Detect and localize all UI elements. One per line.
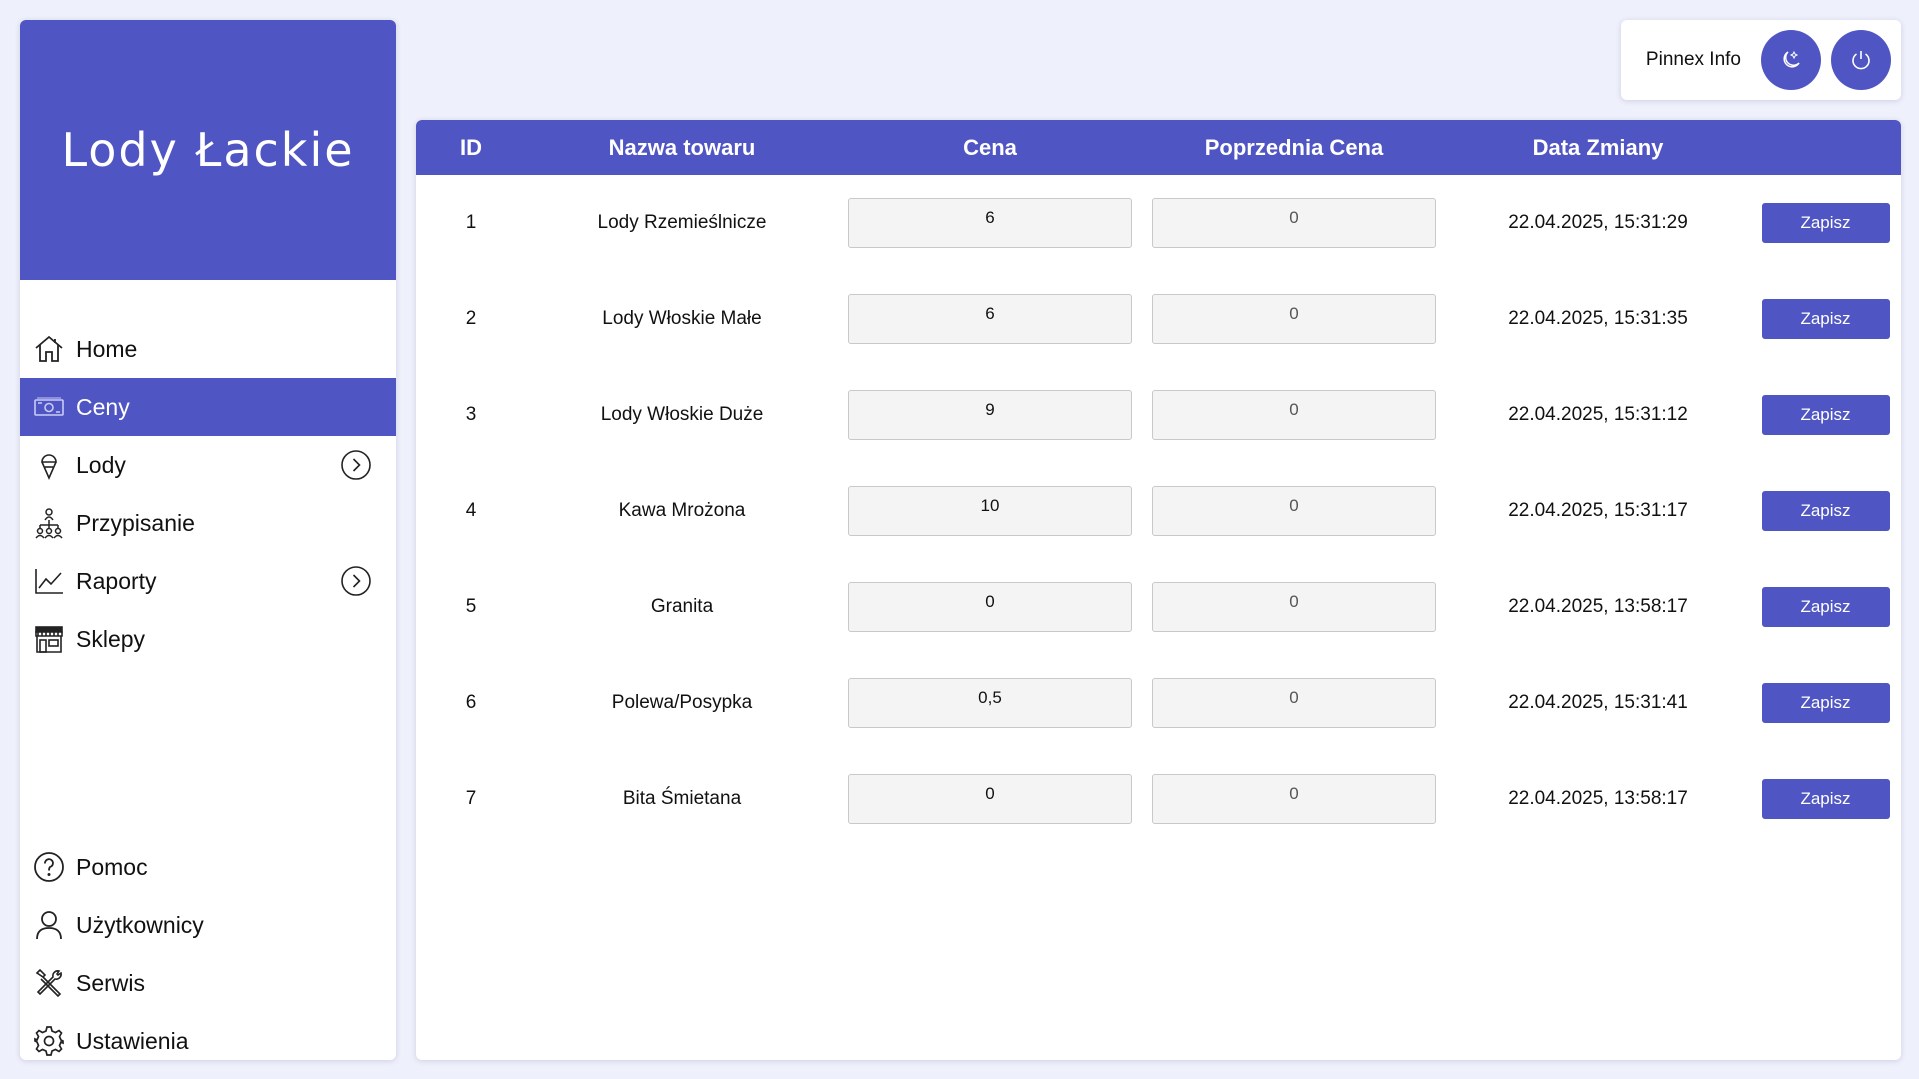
hierarchy-icon <box>33 507 65 539</box>
sidebar-item-label: Ceny <box>76 393 130 420</box>
cell-id: 4 <box>465 500 477 521</box>
sidebar-item-label: Home <box>76 335 138 362</box>
logout-button[interactable] <box>1831 30 1891 90</box>
sidebar-item-label: Użytkownicy <box>76 911 204 938</box>
table-header: ID Nazwa towaru Cena Poprzednia Cena Dat… <box>416 120 1901 175</box>
cell-name: Polewa/Posypka <box>611 692 753 713</box>
sidebar-item-raporty[interactable]: Raporty <box>20 552 396 610</box>
cell-date: 22.04.2025, 13:58:17 <box>1508 788 1688 809</box>
save-button[interactable]: Zapisz <box>1761 779 1890 819</box>
price-input[interactable] <box>848 486 1132 536</box>
table-row: 3 Lody Włoskie Duże 22.04.2025, 15:31:12 Za… <box>416 367 1901 463</box>
cell-date: 22.04.2025, 15:31:12 <box>1508 404 1688 425</box>
sidebar-item-label: Sklepy <box>76 625 146 652</box>
prev-price-input[interactable] <box>1152 774 1436 824</box>
save-button[interactable]: Zapisz <box>1761 395 1890 435</box>
cell-name: Bita Śmietana <box>622 788 742 809</box>
column-header-price: Cena <box>963 135 1017 160</box>
sidebar: Lody Łackie Home Ceny Lody Przypisanie R… <box>20 20 396 1060</box>
user-panel: Pinnex Info <box>1621 20 1901 100</box>
line-chart-icon <box>33 565 65 597</box>
moon-icon <box>1783 50 1800 68</box>
theme-toggle-button[interactable] <box>1761 30 1821 90</box>
sidebar-item-serwis[interactable]: Serwis <box>20 954 396 1012</box>
sidebar-item-ceny[interactable]: Ceny <box>20 378 396 436</box>
tools-icon <box>33 967 65 999</box>
cell-name: Lody Włoskie Duże <box>600 404 764 425</box>
brand-title: Lody Łackie <box>20 20 396 280</box>
sidebar-item-label: Ustawienia <box>76 1027 189 1054</box>
table-row: 6 Polewa/Posypka 22.04.2025, 15:31:41 Zapis… <box>416 655 1901 751</box>
cell-id: 3 <box>465 404 477 425</box>
prev-price-input[interactable] <box>1152 678 1436 728</box>
sidebar-item-label: Pomoc <box>76 853 148 880</box>
cell-name: Granita <box>650 596 714 617</box>
sidebar-nav-top: Home Ceny Lody Przypisanie Raporty Sklep… <box>20 320 396 668</box>
prev-price-input[interactable] <box>1152 198 1436 248</box>
cell-date: 22.04.2025, 15:31:29 <box>1508 212 1688 233</box>
prev-price-input[interactable] <box>1152 294 1436 344</box>
cell-id: 1 <box>465 212 477 233</box>
sidebar-item-sklepy[interactable]: Sklepy <box>20 610 396 668</box>
column-header-prev-price: Poprzednia Cena <box>1204 135 1384 160</box>
help-icon <box>33 851 65 883</box>
sidebar-item-label: Raporty <box>76 567 157 594</box>
column-header-id: ID <box>460 135 482 160</box>
table-row: 2 Lody Włoskie Małe 22.04.2025, 15:31:35 Za… <box>416 271 1901 367</box>
table-row: 4 Kawa Mrożona 22.04.2025, 15:31:17 Zapisz <box>416 463 1901 559</box>
sidebar-item-przypisanie[interactable]: Przypisanie <box>20 494 396 552</box>
gear-icon <box>33 1025 65 1057</box>
cell-name: Lody Włoskie Małe <box>602 308 762 329</box>
cell-id: 5 <box>465 596 477 617</box>
cell-id: 2 <box>465 308 477 329</box>
chevron-right-icon[interactable] <box>340 449 372 481</box>
sidebar-item-lody[interactable]: Lody <box>20 436 396 494</box>
ice-cream-icon <box>33 449 65 481</box>
price-input[interactable] <box>848 294 1132 344</box>
price-input[interactable] <box>848 678 1132 728</box>
save-button[interactable]: Zapisz <box>1761 587 1890 627</box>
cell-date: 22.04.2025, 15:31:17 <box>1508 500 1688 521</box>
sidebar-item-label: Lody <box>76 451 126 478</box>
power-icon <box>1852 51 1870 70</box>
sidebar-nav-bottom: Pomoc Użytkownicy Serwis Ustawienia <box>20 838 396 1060</box>
table-row: 5 Granita 22.04.2025, 13:58:17 Zapisz <box>416 559 1901 655</box>
store-icon <box>33 623 65 655</box>
prev-price-input[interactable] <box>1152 390 1436 440</box>
sidebar-item-pomoc[interactable]: Pomoc <box>20 838 396 896</box>
save-button[interactable]: Zapisz <box>1761 299 1890 339</box>
home-icon <box>33 333 65 365</box>
cell-date: 22.04.2025, 15:31:41 <box>1508 692 1688 713</box>
column-header-name: Nazwa towaru <box>608 135 756 160</box>
price-input[interactable] <box>848 582 1132 632</box>
table-row: 1 Lody Rzemieślnicze 22.04.2025, 15:31:29 Z… <box>416 175 1901 271</box>
banknote-icon <box>33 391 65 423</box>
cell-name: Lody Rzemieślnicze <box>597 212 767 233</box>
prev-price-input[interactable] <box>1152 582 1436 632</box>
cell-id: 7 <box>465 788 477 809</box>
price-input[interactable] <box>848 390 1132 440</box>
prev-price-input[interactable] <box>1152 486 1436 536</box>
username: Pinnex Info <box>1645 49 1741 70</box>
column-header-date: Data Zmiany <box>1532 135 1664 160</box>
sidebar-item-home[interactable]: Home <box>20 320 396 378</box>
user-icon <box>33 909 65 941</box>
price-input[interactable] <box>848 198 1132 248</box>
save-button[interactable]: Zapisz <box>1761 491 1890 531</box>
cell-date: 22.04.2025, 13:58:17 <box>1508 596 1688 617</box>
price-table-panel: ID Nazwa towaru Cena Poprzednia Cena Dat… <box>416 120 1901 1060</box>
cell-name: Kawa Mrożona <box>618 500 746 521</box>
save-button[interactable]: Zapisz <box>1761 683 1890 723</box>
sidebar-item-ustawienia[interactable]: Ustawienia <box>20 1012 396 1060</box>
price-input[interactable] <box>848 774 1132 824</box>
sidebar-item-label: Serwis <box>76 969 146 996</box>
cell-date: 22.04.2025, 15:31:35 <box>1508 308 1688 329</box>
sidebar-item-uzytkownicy[interactable]: Użytkownicy <box>20 896 396 954</box>
cell-id: 6 <box>465 692 477 713</box>
save-button[interactable]: Zapisz <box>1761 203 1890 243</box>
sidebar-item-label: Przypisanie <box>76 509 195 536</box>
table-row: 7 Bita Śmietana 22.04.2025, 13:58:17 Zapisz <box>416 751 1901 847</box>
chevron-right-icon[interactable] <box>340 565 372 597</box>
